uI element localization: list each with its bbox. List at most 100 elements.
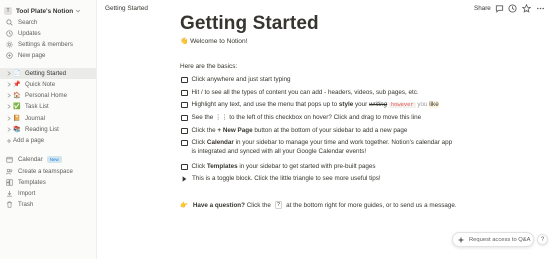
breadcrumb[interactable]: Getting Started bbox=[105, 5, 148, 12]
toggle-text: This is a toggle block. Click the little… bbox=[192, 175, 381, 182]
workspace-name: Tool Plate's Notion bbox=[16, 7, 74, 15]
sidebar-item-trash[interactable]: Trash bbox=[0, 199, 96, 210]
clock-icon[interactable] bbox=[508, 4, 517, 13]
todo-item[interactable]: Click Calendar in your sidebar to manage… bbox=[181, 138, 452, 157]
todo-text: Click Calendar in your sidebar to manage… bbox=[192, 138, 453, 157]
plus-icon bbox=[5, 138, 12, 144]
sidebar-item-label: Personal Home bbox=[25, 92, 67, 99]
clock-icon bbox=[5, 30, 14, 37]
import-icon bbox=[5, 190, 14, 197]
chevron-right-icon[interactable] bbox=[5, 82, 12, 87]
todo-checkbox[interactable] bbox=[181, 101, 188, 108]
sidebar-item-new-page[interactable]: New page bbox=[0, 50, 96, 61]
todo-item[interactable]: Click the + New Page button at the botto… bbox=[181, 126, 407, 135]
sidebar-page-personal-home[interactable]: 🏠 Personal Home bbox=[0, 90, 96, 101]
bold-text: + New Page bbox=[217, 127, 253, 134]
star-icon[interactable] bbox=[522, 4, 531, 13]
request-qa-button[interactable]: Request access to Q&A bbox=[452, 232, 534, 247]
chevron-right-icon[interactable] bbox=[5, 104, 12, 109]
sidebar-item-label: Templates bbox=[18, 179, 46, 186]
help-button[interactable]: ? bbox=[537, 234, 548, 245]
notebook-icon: 📔 bbox=[13, 115, 21, 122]
new-badge: New bbox=[46, 156, 62, 163]
sidebar-item-calendar[interactable]: Calendar New bbox=[0, 154, 96, 165]
sidebar-item-label: Add a page bbox=[13, 137, 45, 144]
bold-text: Templates bbox=[206, 163, 238, 170]
help-key-chip: ? bbox=[274, 201, 283, 209]
sidebar-page-task-list[interactable]: ✅ Task List bbox=[0, 101, 96, 112]
share-button[interactable]: Share bbox=[474, 5, 491, 12]
chevron-right-icon[interactable] bbox=[5, 116, 12, 121]
grey-text: you bbox=[415, 101, 430, 108]
todo-item[interactable]: Click anywhere and just start typing bbox=[181, 75, 291, 84]
todo-text: Click anywhere and just start typing bbox=[191, 76, 291, 83]
more-icon[interactable] bbox=[536, 4, 545, 13]
todo-item[interactable]: See the ⋮⋮ to the left of this checkbox … bbox=[181, 113, 421, 122]
sidebar-page-reading-list[interactable]: 📚 Reading List bbox=[0, 124, 96, 135]
add-page-button[interactable]: Add a page bbox=[0, 135, 96, 146]
qa-button-label: Request access to Q&A bbox=[469, 236, 531, 243]
sidebar-item-import[interactable]: Import bbox=[0, 188, 96, 199]
sidebar-item-settings[interactable]: Settings & members bbox=[0, 39, 96, 50]
workspace-switcher[interactable]: T Tool Plate's Notion bbox=[4, 5, 94, 17]
sidebar-item-label: Search bbox=[18, 19, 38, 26]
house-icon: 🏠 bbox=[13, 92, 21, 99]
sidebar-item-label: Trash bbox=[18, 201, 34, 208]
bold-text: style bbox=[338, 101, 354, 108]
plus-circle-icon bbox=[5, 52, 14, 59]
todo-checkbox[interactable] bbox=[181, 114, 188, 121]
todo-item[interactable]: Click Templates in your sidebar to get s… bbox=[181, 162, 376, 171]
sidebar-item-label: New page bbox=[18, 52, 46, 59]
toggle-triangle-icon[interactable] bbox=[181, 175, 187, 182]
sidebar-item-label: Settings & members bbox=[18, 41, 73, 48]
welcome-line[interactable]: 👋 Welcome to Notion! bbox=[180, 37, 247, 45]
callout-bold: Have a question? bbox=[192, 201, 245, 209]
pin-icon: 📌 bbox=[13, 81, 21, 88]
todo-text: Hit / to see all the types of content yo… bbox=[191, 89, 419, 96]
sidebar-item-label: Getting Started bbox=[25, 70, 66, 77]
todo-item[interactable]: Highlight any text, and use the menu tha… bbox=[181, 100, 439, 110]
todo-text-suffix: button at the bottom of your sidebar to … bbox=[252, 127, 408, 134]
sidebar-item-search[interactable]: Search bbox=[0, 17, 96, 28]
pointing-hand-icon: 👉 bbox=[180, 202, 188, 209]
todo-text-prefix: Click bbox=[191, 139, 207, 146]
sidebar-item-label: Quick Note bbox=[25, 81, 56, 88]
todo-text: Click Templates in your sidebar to get s… bbox=[192, 162, 376, 171]
todo-item[interactable]: Hit / to see all the types of content yo… bbox=[181, 88, 419, 97]
strikethrough-text: writing bbox=[368, 101, 388, 108]
callout-block[interactable]: 👉 Have a question? Click the ? at the bo… bbox=[180, 201, 457, 209]
sidebar-page-getting-started[interactable]: 📄 Getting Started bbox=[0, 68, 96, 79]
sidebar-item-templates[interactable]: Templates bbox=[0, 177, 96, 188]
page-title[interactable]: Getting Started bbox=[180, 13, 319, 35]
todo-text: See the ⋮⋮ to the left of this checkbox … bbox=[191, 114, 422, 121]
sidebar-page-quick-note[interactable]: 📌 Quick Note bbox=[0, 79, 96, 90]
todo-checkbox[interactable] bbox=[181, 89, 188, 96]
todo-text-mid: your bbox=[353, 101, 369, 108]
todo-text: Highlight any text, and use the menu tha… bbox=[192, 100, 439, 110]
todo-checkbox[interactable] bbox=[181, 127, 188, 134]
teamspace-icon bbox=[5, 168, 14, 175]
calendar-icon bbox=[5, 156, 14, 163]
welcome-text: Welcome to Notion! bbox=[190, 38, 248, 45]
templates-icon bbox=[5, 179, 14, 186]
comment-icon[interactable] bbox=[495, 4, 504, 13]
sidebar-item-label: Task List bbox=[25, 103, 49, 110]
sidebar-item-create-teamspace[interactable]: Create a teamspace bbox=[0, 166, 96, 177]
chevron-right-icon[interactable] bbox=[5, 71, 12, 76]
bold-text: Calendar bbox=[206, 139, 234, 146]
sidebar-page-journal[interactable]: 📔 Journal bbox=[0, 113, 96, 124]
chevron-right-icon[interactable] bbox=[5, 127, 12, 132]
sidebar-item-updates[interactable]: Updates bbox=[0, 28, 96, 39]
toggle-block[interactable]: This is a toggle block. Click the little… bbox=[181, 175, 381, 182]
chevron-right-icon[interactable] bbox=[5, 93, 12, 98]
todo-checkbox[interactable] bbox=[181, 139, 188, 146]
todo-text-prefix: Click the bbox=[191, 127, 218, 134]
highlighted-text: like bbox=[429, 101, 439, 108]
basics-heading[interactable]: Here are the basics: bbox=[180, 63, 237, 70]
todo-text-suffix: in your sidebar to get started with pre-… bbox=[237, 163, 376, 170]
todo-checkbox[interactable] bbox=[181, 76, 188, 83]
callout-text-pre: Click the bbox=[244, 201, 273, 209]
callout-text-post: at the bottom right for more guides, or … bbox=[284, 201, 457, 209]
search-icon bbox=[5, 19, 14, 26]
todo-checkbox[interactable] bbox=[181, 163, 188, 170]
